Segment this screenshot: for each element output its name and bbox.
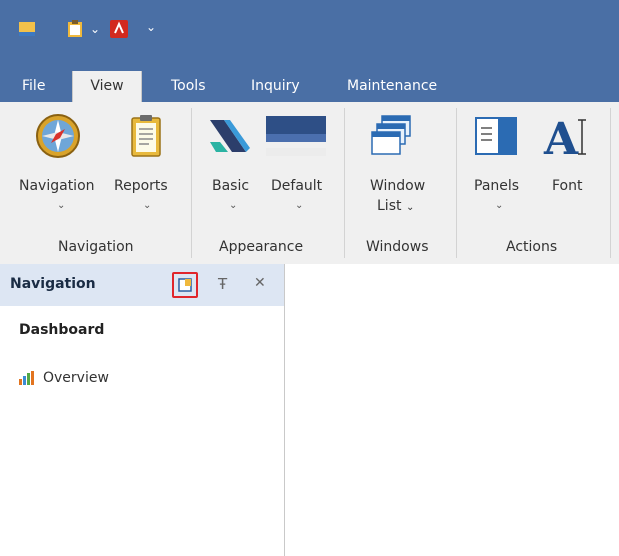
group-label-appearance: Appearance [219,239,304,255]
pin-icon[interactable]: Ŧ [218,275,244,301]
clipboard-icon[interactable] [67,20,83,38]
panels-icon [475,117,517,155]
skin-basic-icon [210,120,250,152]
navigation-button-label: Navigation [19,178,95,194]
font-icon: A [543,114,586,160]
chevron-down-icon: ⌄ [57,200,66,211]
main-content-area [285,264,619,556]
chevron-down-icon: ⌄ [405,202,415,213]
group-label-navigation: Navigation [58,239,134,255]
window-list-label-line2: List ⌄ [377,198,414,214]
tab-file[interactable]: File [14,71,53,102]
chevron-down-icon: ⌄ [229,200,238,211]
title-bar: ⌄ ⌄ [0,0,619,58]
nav-item-overview[interactable]: Overview [19,370,109,386]
basic-button-label: Basic [212,178,250,194]
tab-maintenance[interactable]: Maintenance [339,71,445,102]
window-list-label-text: List [377,198,402,214]
bar-chart-icon [19,371,34,385]
ribbon-tabs: File View Tools Inquiry Maintenance [0,58,619,102]
dropdown-chevron-icon[interactable]: ⌄ [90,22,100,36]
clipboard-report-icon [131,115,161,157]
skin-default-icon [266,116,326,156]
windows-stack-icon [371,115,411,155]
group-separator [456,108,457,258]
reports-button-label: Reports [114,178,168,194]
panels-button-label: Panels [474,178,520,194]
group-label-windows: Windows [366,239,429,255]
close-icon[interactable]: ✕ [254,275,280,301]
navigation-panel-header: Navigation Ŧ ✕ [0,264,284,306]
group-separator [344,108,345,258]
group-separator [191,108,192,258]
tab-inquiry[interactable]: Inquiry [243,71,308,102]
navigation-panel: Navigation Ŧ ✕ Dashboard Overview [0,264,285,556]
panel-title: Navigation [10,276,96,292]
panel-float-button[interactable] [172,272,198,298]
window-list-label-line1: Window [370,178,426,194]
nav-item-label: Overview [43,370,109,386]
tab-view[interactable]: View [72,71,142,102]
tab-tools[interactable]: Tools [163,71,214,102]
customize-dropdown-icon[interactable]: ⌄ [146,20,156,34]
chevron-down-icon: ⌄ [295,200,304,211]
app-icon[interactable] [18,20,36,38]
chevron-down-icon: ⌄ [143,200,152,211]
pdf-icon[interactable] [110,20,128,38]
font-button-label: Font [552,178,583,194]
chevron-down-icon: ⌄ [495,200,504,211]
ribbon: Navigation ⌄ Reports ⌄ Basic ⌄ Default ⌄… [0,102,619,265]
group-separator [610,108,611,258]
section-title-dashboard: Dashboard [19,322,105,338]
svg-text:A: A [543,114,579,160]
float-window-icon [178,278,192,292]
default-button-label: Default [271,178,323,194]
compass-icon [36,114,80,158]
group-label-actions: Actions [506,239,558,255]
